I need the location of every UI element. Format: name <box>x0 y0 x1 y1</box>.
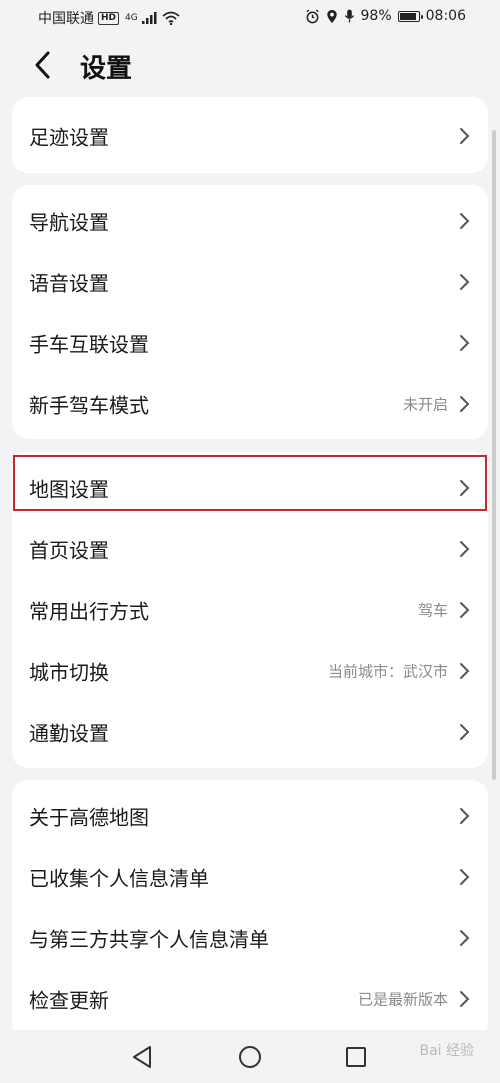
status-right: 98% 08:06 <box>305 8 466 24</box>
item-label: 检查更新 <box>29 988 109 1012</box>
chevron-right-icon <box>460 273 470 290</box>
home-circle-icon[interactable] <box>237 1044 263 1070</box>
settings-group-4: 关于高德地图 已收集个人信息清单 与第三方共享个人信息清单 检查更新 已是最新版… <box>12 780 488 1040</box>
back-arrow-icon[interactable] <box>30 50 56 80</box>
item-label: 常用出行方式 <box>29 599 149 623</box>
chevron-right-icon <box>460 807 470 824</box>
settings-item-city-switch[interactable]: 城市切换 当前城市：武汉市 <box>12 640 488 701</box>
chevron-right-icon <box>460 929 470 946</box>
settings-item-about[interactable]: 关于高德地图 <box>12 785 488 846</box>
settings-item-navigation[interactable]: 导航设置 <box>12 190 488 251</box>
hd-icon: HD <box>98 11 120 25</box>
item-label: 新手驾车模式 <box>29 393 149 417</box>
watermark: Bai 经验 <box>419 1043 474 1059</box>
settings-item-commute[interactable]: 通勤设置 <box>12 701 488 762</box>
item-label: 与第三方共享个人信息清单 <box>29 927 269 951</box>
chevron-right-icon <box>460 334 470 351</box>
carrier-name: 中国联通 <box>38 11 94 27</box>
chevron-right-icon <box>460 395 470 412</box>
settings-item-voice[interactable]: 语音设置 <box>12 251 488 312</box>
item-value: 当前城市：武汉市 <box>327 662 448 680</box>
status-left: 中国联通 HD 4G <box>38 8 180 28</box>
location-icon <box>326 9 337 23</box>
chevron-right-icon <box>460 662 470 679</box>
chevron-right-icon <box>460 127 470 144</box>
item-value: 已是最新版本 <box>357 990 448 1008</box>
chevron-right-icon <box>460 723 470 740</box>
settings-item-collected-info[interactable]: 已收集个人信息清单 <box>12 846 488 907</box>
item-label: 关于高德地图 <box>29 805 149 829</box>
item-label: 足迹设置 <box>29 125 109 149</box>
microphone-icon <box>344 9 354 23</box>
item-label: 导航设置 <box>29 210 109 234</box>
item-label: 城市切换 <box>29 660 109 684</box>
item-value: 驾车 <box>417 601 448 619</box>
chevron-right-icon <box>460 990 470 1007</box>
item-value: 未开启 <box>402 395 448 413</box>
page-title: 设置 <box>80 54 133 84</box>
network-type: 4G <box>125 13 138 23</box>
settings-item-homepage[interactable]: 首页设置 <box>12 518 488 579</box>
signal-icon <box>141 12 157 24</box>
settings-group-2: 导航设置 语音设置 手车互联设置 新手驾车模式 未开启 <box>12 185 488 439</box>
system-nav-bar: Bai 经验 <box>0 1030 500 1083</box>
settings-item-third-party-info[interactable]: 与第三方共享个人信息清单 <box>12 907 488 968</box>
settings-item-novice-driving[interactable]: 新手驾车模式 未开启 <box>12 373 488 434</box>
settings-item-check-update[interactable]: 检查更新 已是最新版本 <box>12 968 488 1029</box>
highlight-box <box>13 455 487 511</box>
header: 设置 <box>0 36 500 96</box>
chevron-right-icon <box>460 868 470 885</box>
chevron-right-icon <box>460 601 470 618</box>
settings-item-footprint[interactable]: 足迹设置 <box>12 105 488 166</box>
wifi-icon <box>162 11 180 25</box>
scrollbar[interactable] <box>492 130 496 780</box>
battery-icon <box>397 10 423 22</box>
settings-item-phone-car-link[interactable]: 手车互联设置 <box>12 312 488 373</box>
settings-item-travel-mode[interactable]: 常用出行方式 驾车 <box>12 579 488 640</box>
clock: 08:06 <box>425 8 466 24</box>
alarm-icon <box>305 8 319 23</box>
battery-percent: 98% <box>360 8 392 24</box>
settings-group-1: 足迹设置 <box>12 97 488 173</box>
item-label: 首页设置 <box>29 538 109 562</box>
chevron-right-icon <box>460 212 470 229</box>
back-triangle-icon[interactable] <box>130 1044 156 1070</box>
item-label: 语音设置 <box>29 271 109 295</box>
item-label: 手车互联设置 <box>29 332 149 356</box>
recents-square-icon[interactable] <box>343 1044 369 1070</box>
item-label: 通勤设置 <box>29 721 109 745</box>
status-bar: 中国联通 HD 4G 98% 08:06 <box>0 0 500 36</box>
chevron-right-icon <box>460 540 470 557</box>
item-label: 已收集个人信息清单 <box>29 866 209 890</box>
